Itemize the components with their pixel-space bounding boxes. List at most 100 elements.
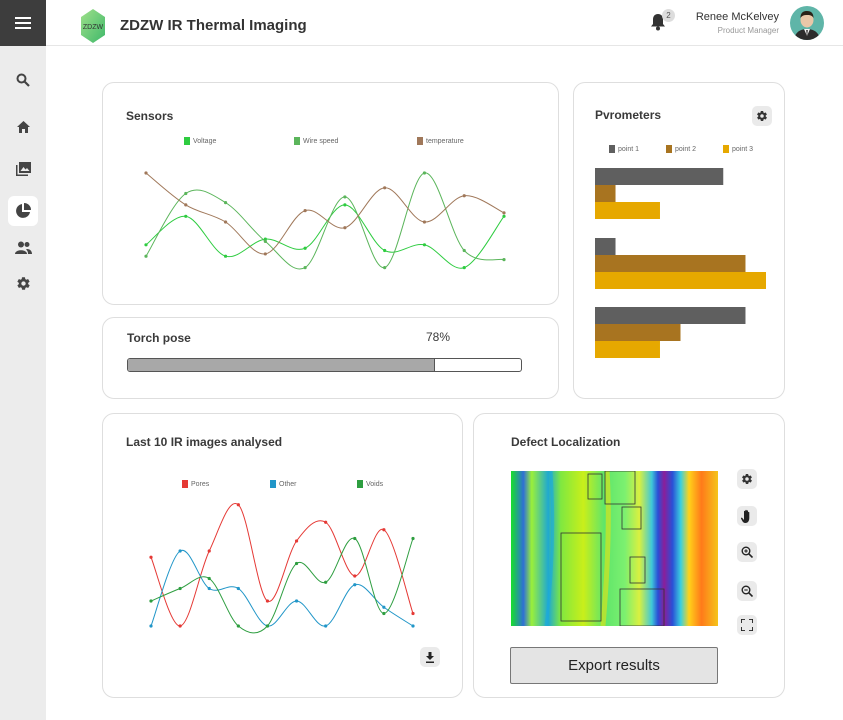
pyrometers-card: Pvrometers point 1 point 2 point 3 <box>573 82 785 399</box>
sensors-series-2-point-8 <box>462 194 466 198</box>
ir-series-2-line <box>150 537 414 634</box>
fullscreen-button[interactable] <box>737 615 757 635</box>
ir-series-1-point-8 <box>382 605 386 609</box>
pyro-bar-0-0 <box>595 168 724 185</box>
zoom-in-icon <box>741 546 753 558</box>
sensors-series-0-point-8 <box>462 266 466 270</box>
sensors-series-1-point-8 <box>462 248 466 253</box>
pyro-bar-2-0 <box>595 202 660 219</box>
ir-images-card: Last 10 IR images analysed Pores Other V… <box>102 413 463 698</box>
hand-icon <box>740 509 749 523</box>
sensors-card: Sensors Voltage Wire speed temperature <box>102 82 559 305</box>
sensors-series-0-point-4 <box>303 246 307 250</box>
user-role: Product Manager <box>717 26 779 35</box>
ir-series-2-point-7 <box>353 536 357 541</box>
export-results-button[interactable]: Export results <box>510 647 718 684</box>
ir-series-2-point-0 <box>149 599 153 603</box>
ir-series-1-line <box>150 550 414 627</box>
ir-images-chart <box>149 502 415 634</box>
gear-icon <box>16 276 30 290</box>
ir-series-2-point-4 <box>265 624 270 628</box>
menu-button[interactable] <box>0 0 46 46</box>
ir-series-0-point-5 <box>294 539 299 543</box>
ir-series-0-line <box>150 502 414 627</box>
ir-series-0-point-9 <box>411 611 415 616</box>
ir-series-0-point-8 <box>382 528 386 532</box>
thermal-image[interactable] <box>511 471 718 626</box>
ir-series-1-point-3 <box>236 586 240 591</box>
ir-series-2-point-1 <box>178 586 182 591</box>
ir-series-1-point-2 <box>207 586 211 591</box>
ir-series-0-point-0 <box>149 555 153 559</box>
pan-button[interactable] <box>737 506 757 526</box>
ir-series-1-point-7 <box>353 583 357 587</box>
zoom-out-icon <box>741 585 753 597</box>
download-button[interactable] <box>420 647 440 667</box>
app-title: ZDZW IR Thermal Imaging <box>120 17 307 34</box>
ir-series-2-point-2 <box>207 576 211 581</box>
sidebar <box>0 0 46 720</box>
sensors-series-2-point-0 <box>144 171 148 175</box>
avatar[interactable] <box>790 6 824 40</box>
torch-pose-progress-fill <box>128 359 435 371</box>
top-bar: ZDZW ZDZW IR Thermal Imaging 2 Renee McK… <box>46 0 843 46</box>
ir-series-1-point-5 <box>294 599 299 603</box>
zoom-in-button[interactable] <box>737 542 757 562</box>
pyrometers-chart <box>595 168 766 358</box>
ir-series-0-point-2 <box>207 549 211 553</box>
sensors-series-0-point-7 <box>422 243 427 247</box>
fullscreen-icon <box>741 619 753 631</box>
ir-series-2-point-3 <box>236 624 240 628</box>
sensors-series-0-point-5 <box>343 203 347 207</box>
sensors-series-2-point-5 <box>343 226 347 230</box>
ir-series-0-point-1 <box>178 624 182 628</box>
sensors-series-1-point-0 <box>144 254 148 258</box>
ir-series-1-point-0 <box>149 624 153 628</box>
sidebar-item-search[interactable] <box>8 65 38 95</box>
home-icon <box>16 121 30 133</box>
gear-icon <box>742 473 752 485</box>
sensors-series-2-point-4 <box>303 209 307 213</box>
sidebar-item-users[interactable] <box>8 232 38 262</box>
sensors-series-0-point-1 <box>184 214 188 218</box>
search-icon <box>16 73 30 87</box>
sensors-series-1-point-5 <box>343 195 347 199</box>
sidebar-item-home[interactable] <box>8 112 38 142</box>
sensors-series-2-point-3 <box>263 252 267 256</box>
sensors-series-1-point-6 <box>383 266 387 270</box>
gallery-icon <box>15 162 31 176</box>
app-logo: ZDZW <box>81 9 105 43</box>
torch-pose-title: Torch pose <box>127 331 191 345</box>
user-name: Renee McKelvey <box>695 11 779 23</box>
pyro-bar-1-1 <box>595 255 746 272</box>
sidebar-item-settings[interactable] <box>8 268 38 298</box>
ir-series-2-point-8 <box>382 611 386 616</box>
sensors-series-1-line <box>145 172 505 270</box>
sensors-series-1-point-2 <box>223 201 228 205</box>
sensors-series-0-point-0 <box>144 243 148 247</box>
sidebar-item-analytics[interactable] <box>8 196 38 226</box>
ir-series-2-point-6 <box>324 580 328 584</box>
sensors-series-2-line <box>145 172 505 255</box>
users-icon <box>14 241 32 254</box>
sensors-series-1-point-4 <box>303 266 307 270</box>
zoom-out-button[interactable] <box>737 581 757 601</box>
sensors-series-0-point-2 <box>223 254 228 258</box>
sensors-series-1-point-3 <box>263 239 267 243</box>
ir-series-0-point-3 <box>236 503 240 507</box>
ir-series-0-point-7 <box>353 574 357 578</box>
torch-pose-card: Torch pose 78% <box>102 317 559 399</box>
ir-series-2-point-5 <box>294 561 299 566</box>
sensors-series-2-point-9 <box>502 211 506 215</box>
hamburger-icon <box>15 17 31 29</box>
defect-settings-button[interactable] <box>737 469 757 489</box>
sensors-series-1-point-9 <box>502 258 506 262</box>
sensors-series-2-point-1 <box>184 203 188 207</box>
pyro-bar-0-1 <box>595 238 616 255</box>
ir-series-1-point-9 <box>411 624 415 628</box>
pyro-bar-1-2 <box>595 324 681 341</box>
torch-pose-percent: 78% <box>426 330 451 344</box>
sensors-series-2-point-6 <box>383 186 387 190</box>
ir-series-1-point-1 <box>178 549 182 553</box>
sidebar-item-images[interactable] <box>8 154 38 184</box>
